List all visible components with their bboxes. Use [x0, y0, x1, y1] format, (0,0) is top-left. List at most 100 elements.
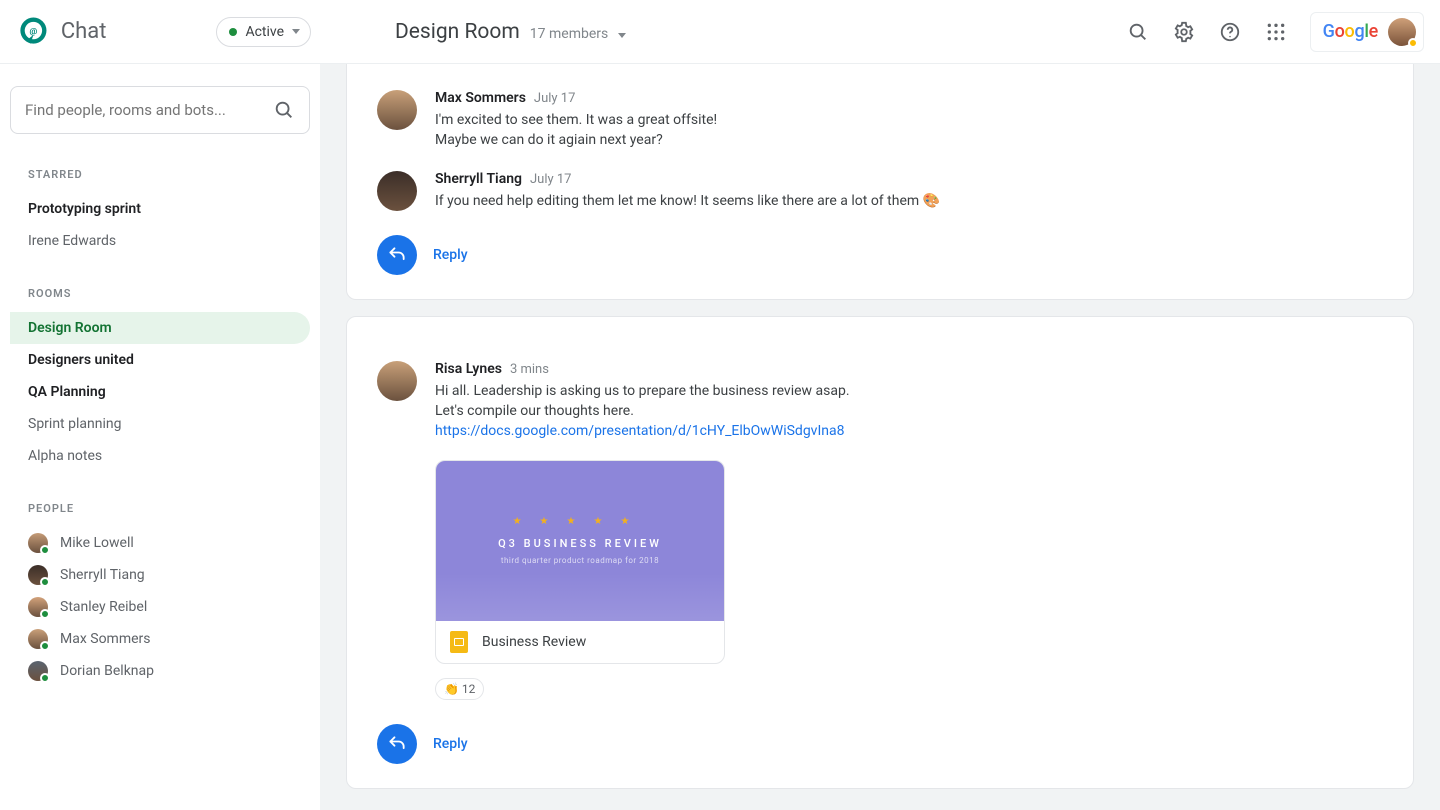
room-title: Design Room — [395, 20, 520, 44]
sidebar-item[interactable]: Sherryll Tiang — [10, 559, 310, 591]
message: Risa Lynes3 minsHi all. Leadership is as… — [377, 361, 1383, 700]
reply-arrow-icon — [387, 734, 407, 754]
section-label: ROOMS — [10, 281, 310, 312]
search-button[interactable] — [1126, 20, 1150, 44]
gear-icon — [1173, 21, 1195, 43]
sidebar-item[interactable]: Prototyping sprint — [10, 193, 310, 225]
message-body: If you need help editing them let me kno… — [435, 191, 1383, 211]
sidebar: STARRED Prototyping sprintIrene Edwards … — [0, 64, 320, 810]
account-switcher[interactable]: Google — [1310, 12, 1424, 52]
chevron-down-icon — [618, 33, 626, 38]
help-button[interactable] — [1218, 20, 1242, 44]
sidebar-item-label: Dorian Belknap — [60, 663, 154, 679]
sidebar-item[interactable]: Sprint planning — [10, 408, 310, 440]
main-layout: STARRED Prototyping sprintIrene Edwards … — [0, 64, 1440, 810]
chat-logo-icon: @ — [16, 14, 51, 50]
apps-grid-icon — [1266, 22, 1286, 42]
sidebar-item[interactable]: Dorian Belknap — [10, 655, 310, 687]
topbar-actions: Google — [1126, 12, 1424, 52]
avatar — [28, 565, 48, 585]
search-input[interactable] — [25, 101, 273, 119]
avatar — [28, 661, 48, 681]
sidebar-item-label: Prototyping sprint — [28, 201, 141, 217]
attachment-hero-title: Q3 BUSINESS REVIEW — [498, 537, 662, 550]
sidebar-item-label: Max Sommers — [60, 631, 151, 647]
avatar — [377, 361, 417, 401]
reply-row: Reply — [377, 724, 1383, 764]
sidebar-item-label: Designers united — [28, 352, 134, 368]
sidebar-item[interactable]: Alpha notes — [10, 440, 310, 472]
search-icon — [273, 99, 295, 121]
avatar — [377, 90, 417, 130]
thread-card: Max Sommers July 17 I'm excited to see the… — [346, 64, 1414, 300]
room-subtitle: 17 members — [530, 26, 608, 42]
avatar — [28, 597, 48, 617]
help-icon — [1219, 21, 1241, 43]
avatar — [28, 629, 48, 649]
message-author: Max Sommers — [435, 90, 526, 106]
sidebar-item-label: QA Planning — [28, 384, 106, 400]
attachment-footer: Business Review — [436, 621, 724, 663]
sidebar-item[interactable]: Stanley Reibel — [10, 591, 310, 623]
presence-dot-icon — [229, 28, 237, 36]
avatar — [28, 533, 48, 553]
reply-link[interactable]: Reply — [433, 247, 468, 263]
room-header[interactable]: Design Room 17 members — [395, 20, 626, 44]
presence-dot-icon — [40, 577, 50, 587]
svg-text:@: @ — [30, 27, 38, 37]
sidebar-item-label: Mike Lowell — [60, 535, 134, 551]
sidebar-item[interactable]: Designers united — [10, 344, 310, 376]
skyline-graphic — [436, 573, 724, 621]
settings-button[interactable] — [1172, 20, 1196, 44]
attachment-hero: ★★★★★ Q3 BUSINESS REVIEW third quarter pro… — [436, 461, 724, 621]
presence-dot-icon — [40, 641, 50, 651]
status-label: Active — [245, 24, 284, 40]
search-icon — [1127, 21, 1149, 43]
reply-button[interactable] — [377, 235, 417, 275]
presence-dot-icon — [40, 673, 50, 683]
message: Max SommersJuly 17I'm excited to see the… — [377, 90, 1383, 151]
message-author: Sherryll Tiang — [435, 171, 522, 187]
message-body: I'm excited to see them. It was a great … — [435, 110, 1383, 151]
top-bar: @ Chat Active Design Room 17 members Goo… — [0, 0, 1440, 64]
attachment-title: Business Review — [482, 634, 586, 650]
reply-link[interactable]: Reply — [433, 736, 468, 752]
thread-card: Risa Lynes3 minsHi all. Leadership is as… — [346, 316, 1414, 789]
avatar — [377, 171, 417, 211]
google-logo-text: Google — [1323, 21, 1378, 42]
section-label: STARRED — [10, 162, 310, 193]
thread-pane[interactable]: Max Sommers July 17 I'm excited to see the… — [320, 64, 1440, 810]
sidebar-item[interactable]: Design Room — [10, 312, 310, 344]
chevron-down-icon — [292, 29, 300, 34]
reply-button[interactable] — [377, 724, 417, 764]
sidebar-item-label: Sprint planning — [28, 416, 121, 432]
status-selector[interactable]: Active — [216, 17, 311, 47]
sidebar-item[interactable]: Irene Edwards — [10, 225, 310, 257]
product-name: Chat — [61, 19, 107, 44]
message-body: Hi all. Leadership is asking us to prepa… — [435, 381, 1383, 442]
message-timestamp: July 17 — [530, 172, 572, 187]
sidebar-item[interactable]: Max Sommers — [10, 623, 310, 655]
star-row-icon: ★★★★★ — [513, 516, 648, 527]
sidebar-item[interactable]: Mike Lowell — [10, 527, 310, 559]
reply-row: Reply — [377, 235, 1383, 275]
section-people: PEOPLE Mike Lowell Sherryll TiangStanley … — [10, 496, 310, 687]
presence-dot-icon — [40, 545, 50, 555]
reaction-chip[interactable]: 👏 12 — [435, 678, 484, 700]
user-avatar — [1388, 18, 1416, 46]
section-rooms: ROOMS Design Room Designers united QA Plan… — [10, 281, 310, 472]
message-author: Risa Lynes — [435, 361, 502, 377]
section-label: PEOPLE — [10, 496, 310, 527]
apps-button[interactable] — [1264, 20, 1288, 44]
sidebar-item-label: Irene Edwards — [28, 233, 116, 249]
attachment-card[interactable]: ★★★★★ Q3 BUSINESS REVIEW third quarter pro… — [435, 460, 725, 664]
message-link[interactable]: https://docs.google.com/presentation/d/1… — [435, 423, 845, 439]
attachment-hero-subtitle: third quarter product roadmap for 2018 — [501, 556, 659, 565]
presence-dot-icon — [1408, 38, 1418, 48]
sidebar-item[interactable]: QA Planning — [10, 376, 310, 408]
message: Sherryll Tiang July 17 If you need help ed… — [377, 171, 1383, 211]
sidebar-item-label: Alpha notes — [28, 448, 102, 464]
sidebar-search[interactable] — [10, 86, 310, 134]
section-starred: STARRED Prototyping sprint Irene Edwards — [10, 162, 310, 257]
brand-cluster: @ Chat Active — [16, 14, 311, 50]
